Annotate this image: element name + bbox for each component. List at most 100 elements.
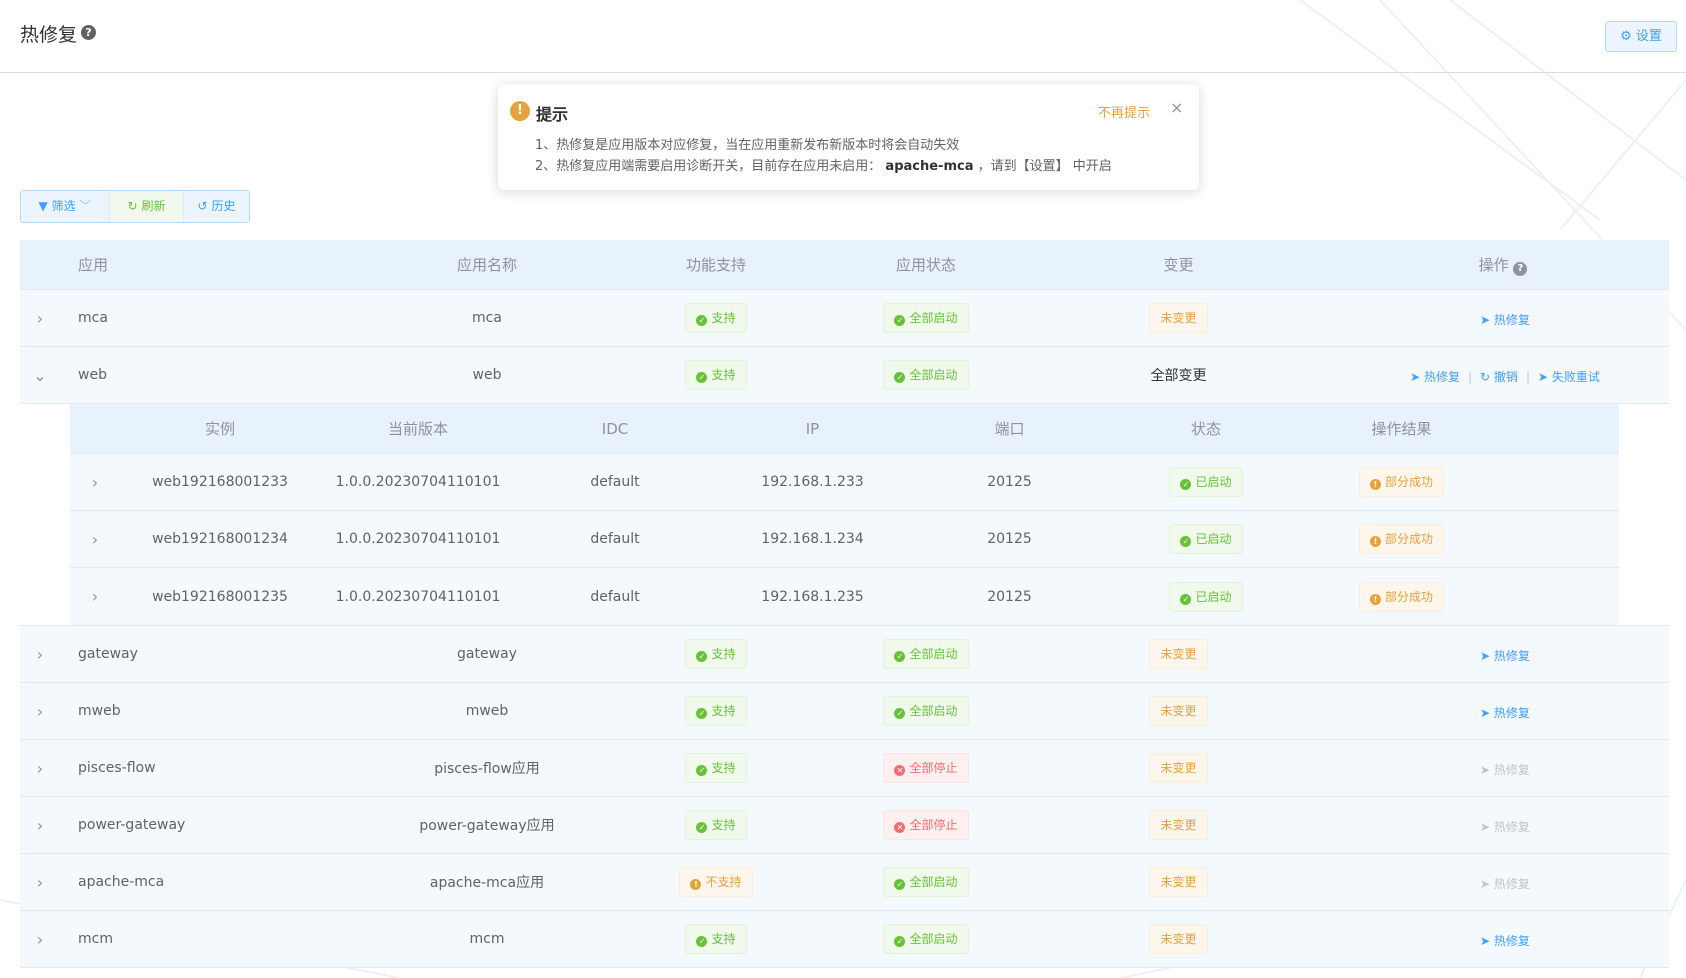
check-circle-icon: ✓ (696, 372, 708, 383)
hotfix-link[interactable]: ➤ 热修复 (1410, 370, 1460, 384)
check-circle-icon: ✓ (894, 708, 906, 719)
hotfix-link: ➤ 热修复 (1480, 762, 1530, 777)
check-circle-icon: ✓ (1180, 593, 1192, 605)
change-tag: 未变更 (1149, 810, 1208, 840)
check-circle-icon: ✓ (1180, 479, 1192, 490)
app-name-cell: mca (472, 310, 502, 326)
state-tag: ✓ 全部启动 (883, 924, 969, 954)
port-cell: 20125 (987, 531, 1032, 547)
state-tag: ✓ 全部启动 (883, 696, 969, 726)
divider: | (1525, 369, 1530, 384)
refresh-button[interactable]: ↻ 刷新 (109, 191, 183, 222)
chevron-right-icon[interactable]: › (70, 473, 120, 492)
app-name-cell: pisces-flow应用 (434, 761, 540, 777)
feature-tag: ✓ 支持 (685, 810, 747, 840)
change-tag: 未变更 (1149, 924, 1208, 954)
column-header-version: 当前版本 (387, 420, 448, 438)
feature-tag: ✓ 支持 (685, 303, 747, 333)
app-cell: web (78, 367, 107, 383)
table-row: › pisces-flow pisces-flow应用 ✓ 支持 ✕ 全部停止 未变… (20, 740, 1669, 797)
chevron-right-icon[interactable]: › (20, 702, 60, 721)
app-name-cell: web (472, 367, 502, 383)
gear-icon: ⚙ (1620, 29, 1632, 44)
help-icon[interactable]: ? (1513, 261, 1528, 276)
column-header-status: 状态 (1190, 420, 1221, 438)
port-cell: 20125 (987, 474, 1032, 490)
result-tag: ! 部分成功 (1358, 524, 1444, 554)
notice-title: 提示 (536, 105, 569, 124)
chevron-down-icon: ﹀ (79, 199, 92, 213)
check-circle-icon: ✓ (894, 315, 906, 326)
hotfix-link[interactable]: ➤ 热修复 (1480, 934, 1530, 948)
send-icon: ➤ (1480, 933, 1494, 948)
state-tag: ✓ 全部启动 (883, 360, 969, 390)
ip-cell: 192.168.1.233 (761, 474, 864, 490)
column-header-instance: 实例 (204, 420, 235, 438)
history-button[interactable]: ↺ 历史 (183, 191, 249, 222)
help-icon[interactable]: ? (81, 25, 96, 40)
column-header-change: 变更 (1163, 256, 1194, 274)
check-circle-icon: ✓ (696, 651, 708, 662)
retry-link[interactable]: ➤ 失败重试 (1538, 370, 1600, 384)
hotfix-link[interactable]: ➤ 热修复 (1480, 313, 1530, 327)
feature-tag: ✓ 支持 (685, 753, 747, 783)
app-name-cell: apache-mca应用 (429, 875, 545, 891)
warning-circle-icon: ! (1369, 536, 1381, 547)
ip-cell: 192.168.1.234 (761, 531, 864, 547)
instance-row: › web192168001233 1.0.0.20230704110101 d… (70, 454, 1619, 511)
refresh-label: 刷新 (141, 199, 166, 213)
check-circle-icon: ✓ (696, 708, 708, 719)
change-text: 全部变更 (1150, 368, 1207, 384)
filter-button[interactable]: ▼ 筛选 ﹀ (21, 191, 109, 222)
column-header-feature: 功能支持 (685, 256, 746, 274)
feature-tag: ✓ 支持 (685, 924, 747, 954)
chevron-right-icon[interactable]: › (70, 587, 120, 606)
undo-link[interactable]: ↻ 撤销 (1480, 370, 1518, 384)
send-icon: ➤ (1480, 312, 1494, 327)
idc-cell: default (590, 588, 640, 605)
settings-label: 设置 (1635, 29, 1662, 44)
check-circle-icon: ✓ (696, 315, 708, 326)
column-header-ip: IP (805, 419, 820, 438)
hotfix-link[interactable]: ➤ 热修复 (1480, 649, 1530, 663)
chevron-right-icon[interactable]: › (20, 309, 60, 328)
chevron-right-icon[interactable]: › (70, 530, 120, 549)
chevron-right-icon[interactable]: › (20, 759, 60, 778)
history-label: 历史 (211, 199, 236, 213)
send-icon: ➤ (1480, 705, 1494, 720)
column-header-app: 应用 (78, 256, 109, 274)
notice-line-2-post: ，请到【设置】 中开启 (977, 159, 1112, 174)
change-tag: 未变更 (1149, 753, 1208, 783)
column-header-result: 操作结果 (1371, 420, 1432, 438)
send-icon: ➤ (1410, 369, 1424, 384)
settings-button[interactable]: ⚙ 设置 (1605, 21, 1677, 52)
chevron-right-icon[interactable]: › (20, 645, 60, 664)
hotfix-link: ➤ 热修复 (1480, 876, 1530, 891)
hotfix-link[interactable]: ➤ 热修复 (1480, 706, 1530, 720)
app-name-cell: mcm (469, 931, 505, 947)
chevron-right-icon[interactable]: › (20, 816, 60, 835)
change-tag: 未变更 (1149, 696, 1208, 726)
table-row: › mcm mcm ✓ 支持 ✓ 全部启动 未变更 ➤ 热修复 (20, 911, 1669, 968)
version-cell: 1.0.0.20230704110101 (335, 531, 501, 547)
send-icon: ➤ (1480, 819, 1494, 834)
chevron-right-icon[interactable]: › (20, 930, 60, 949)
status-tag: ✓ 已启动 (1169, 467, 1243, 497)
dismiss-link[interactable]: 不再提示 (1098, 102, 1150, 121)
check-circle-icon: ✓ (696, 936, 708, 947)
feature-tag: ✓ 支持 (685, 639, 747, 669)
chevron-right-icon[interactable]: › (20, 873, 60, 892)
app-cell: gateway (78, 646, 138, 662)
table-row: › apache-mca apache-mca应用 ! 不支持 ✓ 全部启动 未变更… (20, 854, 1669, 911)
app-cell: apache-mca (78, 874, 165, 890)
instance-cell: web192168001233 (152, 474, 288, 490)
notice-line-1: 1、热修复是应用版本对应修复，当在应用重新发布新版本时将会自动失效 (535, 138, 960, 153)
state-tag: ✓ 全部启动 (883, 639, 969, 669)
status-tag: ✓ 已启动 (1169, 581, 1243, 612)
status-tag: ✓ 已启动 (1169, 524, 1243, 554)
ip-cell: 192.168.1.235 (761, 588, 864, 605)
table-header: 应用 应用名称 功能支持 应用状态 变更 操作 ? (20, 240, 1669, 290)
feature-tag: ! 不支持 (679, 867, 753, 897)
close-icon[interactable]: × (1170, 98, 1183, 117)
chevron-down-icon[interactable]: ⌄ (20, 366, 60, 385)
